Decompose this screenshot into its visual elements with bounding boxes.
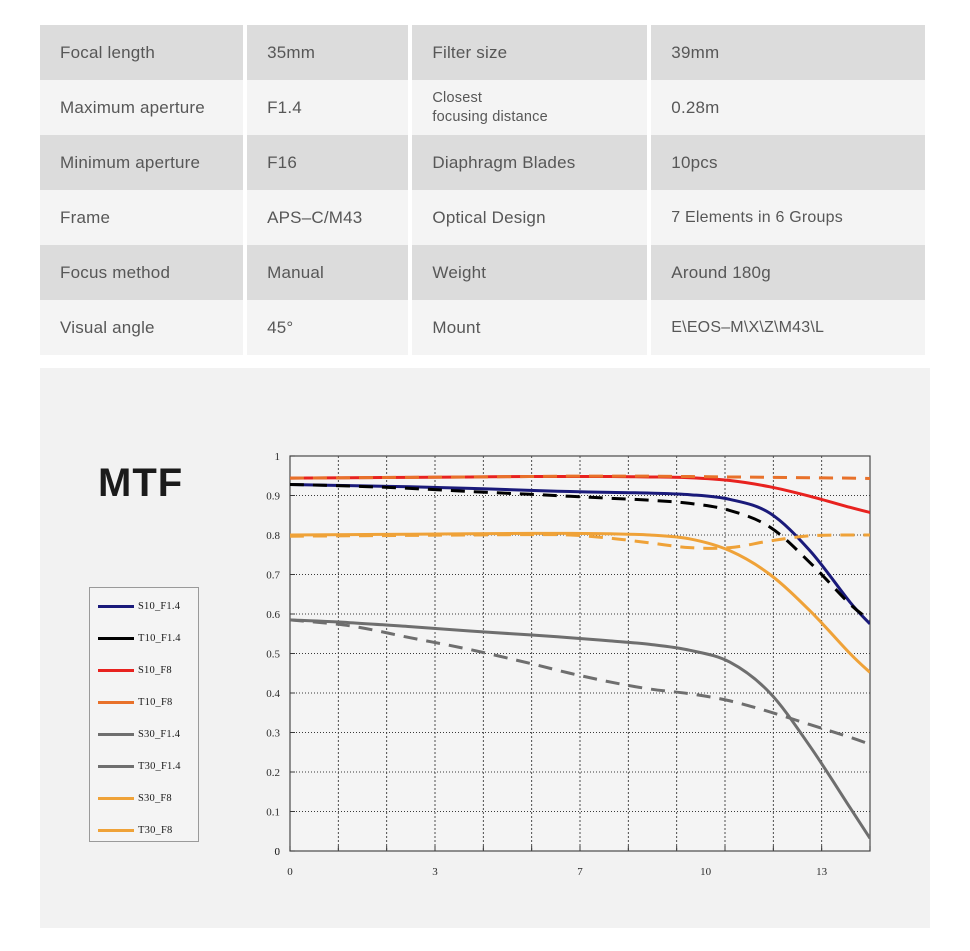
y-tick-label: 0.5 [266, 649, 280, 661]
y-tick-label: 0 [275, 846, 281, 858]
table-row: Visual angle 45° Mount E\EOS–M\X\Z\M43\L [40, 300, 925, 355]
table-row: Focal length 35mm Filter size 39mm [40, 25, 925, 80]
cell-label_b: Mount [412, 300, 648, 355]
cell-value_b: 39mm [651, 25, 925, 80]
cell-value_b: E\EOS–M\X\Z\M43\L [651, 300, 925, 355]
y-tick-label: 0.4 [266, 688, 280, 700]
y-tick-label: 1 [275, 451, 281, 463]
cell-label_a: Minimum aperture [40, 135, 244, 190]
y-tick-label: 0.8 [266, 530, 280, 542]
cell-value_a: 45° [247, 300, 409, 355]
table-row: Frame APS–C/M43 Optical Design 7 Elements i… [40, 190, 925, 245]
cell-value_a: APS–C/M43 [247, 190, 409, 245]
y-tick-label: 0.2 [266, 767, 280, 779]
x-tick-label: 13 [816, 866, 828, 878]
cell-value_b: 7 Elements in 6 Groups [651, 190, 925, 245]
specifications-table: Focal length 35mm Filter size 39mm Maximum a… [40, 25, 925, 355]
x-tick-label: 0 [287, 866, 293, 878]
x-tick-label: 3 [432, 866, 438, 878]
cell-value_b: 0.28m [651, 80, 925, 135]
cell-label_b: Closest focusing distance [412, 80, 648, 135]
y-tick-label: 0.6 [266, 609, 280, 621]
cell-value_a: F1.4 [247, 80, 409, 135]
cell-label_b: Weight [412, 245, 648, 300]
x-tick-label: 7 [577, 866, 583, 878]
cell-label_a: Maximum aperture [40, 80, 244, 135]
x-tick-label: 10 [700, 866, 712, 878]
cell-label_a: Focus method [40, 245, 244, 300]
cell-label_b: Diaphragm Blades [412, 135, 648, 190]
cell-value_a: Manual [247, 245, 409, 300]
cell-value_a: F16 [247, 135, 409, 190]
mtf-plot: 0 0.1 0.2 0.3 0.4 0.5 0.6 0.7 0.8 0.9 1 0 0 3 7 10 13 [40, 368, 930, 928]
cell-label_a: Visual angle [40, 300, 244, 355]
table-row: Minimum aperture F16 Diaphragm Blades 10pcs [40, 135, 925, 190]
cell-label_a: Frame [40, 190, 244, 245]
mtf-chart-panel: MTF S10_F1.4 T10_F1.4 S10_F8 T10_F8 S30_F1.4… [40, 368, 930, 928]
cell-value_b: 10pcs [651, 135, 925, 190]
cell-value_a: 35mm [247, 25, 409, 80]
table-row: Maximum aperture F1.4 Closest focusing dis… [40, 80, 925, 135]
y-tick-label: 0.9 [266, 491, 280, 503]
y-tick-label: 0.1 [266, 807, 280, 819]
y-tick-label: 0.7 [266, 570, 280, 582]
mtf-plot-svg: 00.10.20.30.40.50.60.70.80.9100 3 7 10 13 [266, 451, 871, 878]
cell-label_a: Focal length [40, 25, 244, 80]
y-tick-label: 0.3 [266, 728, 280, 740]
table-row: Focus method Manual Weight Around 180g [40, 245, 925, 300]
cell-label_b: Optical Design [412, 190, 648, 245]
cell-label_b: Filter size [412, 25, 648, 80]
cell-value_b: Around 180g [651, 245, 925, 300]
